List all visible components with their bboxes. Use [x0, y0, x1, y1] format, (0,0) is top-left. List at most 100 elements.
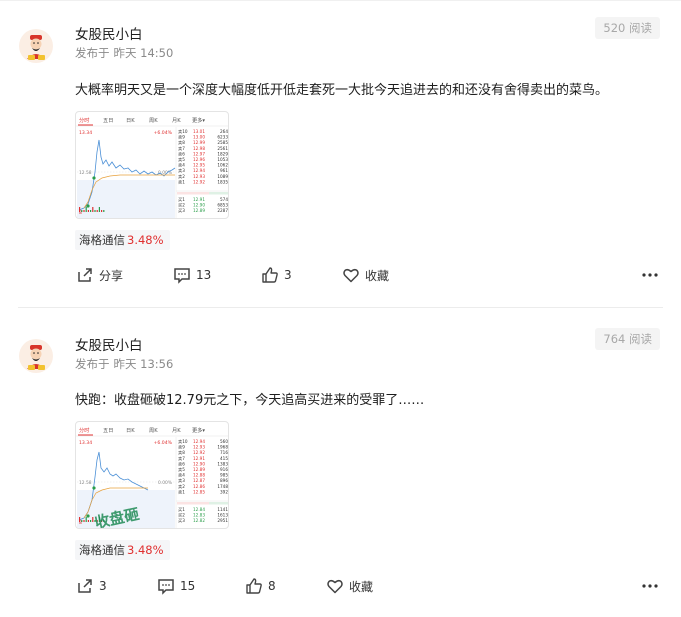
volume-bar	[79, 517, 81, 522]
share-label: 分享	[99, 268, 124, 283]
time-prefix: 发布于	[75, 357, 110, 371]
favorite-button[interactable]: 收藏	[342, 264, 389, 286]
orderbook-volume: 6233	[217, 135, 228, 140]
chart-tab: 五日	[103, 117, 113, 124]
orderbook-price: 12.84	[193, 507, 205, 512]
orderbook-price: 13.01	[193, 129, 205, 134]
like-icon	[246, 578, 262, 594]
orderbook-volume: 716	[220, 450, 228, 455]
orderbook-price: 12.86	[193, 484, 205, 489]
read-count-badge: 764 阅读	[595, 328, 660, 350]
volume-bar	[85, 207, 87, 212]
volume-bar	[81, 210, 83, 212]
avatar-icon[interactable]	[19, 29, 53, 63]
volume-bar	[90, 210, 92, 212]
orderbook-volume: 1968	[217, 445, 228, 450]
orderbook-price: 12.92	[193, 450, 205, 455]
share-button[interactable]: 分享	[76, 264, 123, 286]
more-button[interactable]	[642, 575, 658, 597]
change-label: +6.04%	[154, 440, 173, 446]
stock-tag[interactable]: 海格通信 3.48%	[75, 230, 170, 250]
orderbook-volume: 574	[220, 197, 228, 202]
chart-thumbnail[interactable]: 分时 五日 日K 周K 月K 更多▾ 13.34 +6.04% 12.58 0.00% 8 收盘砸 卖1…	[75, 421, 229, 529]
chart-tab: 五日	[103, 427, 113, 434]
volume-bar	[85, 517, 87, 522]
volume-bar	[101, 210, 103, 212]
volume-bar	[98, 207, 100, 212]
post-card: 女股民小白 发布于 昨天 14:50 520 阅读 大概率明天又是一个深度大幅度低…	[0, 0, 681, 308]
share-count: 3	[99, 579, 107, 593]
like-icon	[262, 267, 278, 283]
orderbook-price: 12.92	[193, 179, 205, 184]
comment-button[interactable]: 13	[173, 264, 211, 286]
favorite-icon	[343, 268, 359, 283]
orderbook-volume: 2951	[217, 518, 228, 523]
intraday-chart: 分时 五日 日K 周K 月K 更多▾13.34 +6.04%12.58 0.00%8 收盘砸卖1…	[76, 426, 228, 528]
orderbook-volume: 985	[220, 473, 228, 478]
like-button[interactable]: 3	[261, 264, 292, 286]
price-high-label: 13.34	[79, 440, 92, 446]
comment-button[interactable]: 15	[157, 575, 195, 597]
orderbook-volume: 961	[220, 168, 228, 173]
orderbook-volume: 916	[220, 467, 228, 472]
chart-tab: 周K	[149, 117, 158, 124]
orderbook-volume: 560	[220, 439, 228, 444]
orderbook-price: 12.97	[193, 151, 205, 156]
price-high-label: 13.34	[79, 130, 92, 136]
volume-bar	[96, 210, 98, 212]
orderbook-volume: 1748	[217, 484, 228, 489]
avatar-icon[interactable]	[19, 339, 53, 373]
buy-marker	[92, 176, 96, 180]
post-content[interactable]: 快跑：收盘砸破12.79元之下，今天追高买进来的受罪了……	[75, 389, 424, 408]
volume-bar	[79, 207, 81, 212]
orderbook-price: 12.90	[193, 461, 205, 466]
volume-bar	[83, 520, 85, 522]
username[interactable]: 女股民小白	[75, 23, 143, 43]
orderbook-volume: 2561	[217, 146, 228, 151]
post-content[interactable]: 大概率明天又是一个深度大幅度低开低走套死一大批今天追进去的和还没有舍得卖出的菜鸟…	[75, 79, 608, 98]
orderbook-price: 12.90	[193, 203, 205, 208]
volume-bar	[87, 210, 89, 212]
action-bar: 3 15 8 收藏	[0, 575, 681, 597]
ratio-bar	[209, 502, 228, 505]
chart-tab: 分时	[79, 426, 89, 434]
orderbook-price: 12.98	[193, 146, 205, 151]
orderbook-volume: 1089	[217, 174, 228, 179]
chart-thumbnail[interactable]: 分时 五日 日K 周K 月K 更多▾ 13.34 +6.04% 12.58 0.00% 8 卖10 13…	[75, 111, 229, 219]
chart-tab: 日K	[126, 427, 135, 434]
orderbook-price: 12.85	[193, 489, 205, 494]
orderbook-price: 12.95	[193, 163, 205, 168]
username[interactable]: 女股民小白	[75, 334, 143, 354]
orderbook-price: 12.93	[193, 174, 205, 179]
chart-tab: 月K	[172, 117, 181, 124]
more-button[interactable]	[642, 264, 658, 286]
favorite-button[interactable]: 收藏	[326, 575, 373, 597]
orderbook-volume: 896	[220, 478, 228, 483]
share-button[interactable]: 3	[76, 575, 107, 597]
orderbook-volume: 1141	[217, 507, 228, 512]
post-time: 发布于 昨天 14:50	[75, 45, 177, 61]
share-icon	[78, 579, 92, 593]
like-count: 8	[268, 579, 276, 593]
read-count-badge: 520 阅读	[595, 17, 660, 39]
volume-bar	[103, 210, 105, 212]
chart-tab: 月K	[172, 427, 181, 434]
stock-change: 3.48%	[127, 233, 164, 247]
stock-tag[interactable]: 海格通信 3.48%	[75, 540, 170, 560]
orderbook-label: 买3	[178, 517, 185, 524]
comment-count: 13	[196, 268, 212, 282]
volume-bar	[94, 210, 96, 212]
orderbook-volume: 415	[220, 456, 228, 461]
like-button[interactable]: 8	[245, 575, 276, 597]
comment-icon	[158, 579, 174, 595]
orderbook-price: 12.91	[193, 197, 205, 202]
orderbook-label: 卖1	[178, 179, 185, 185]
volume-bar	[90, 520, 92, 522]
orderbook-volume: 2287	[217, 208, 228, 213]
orderbook-volume: 6853	[217, 203, 228, 208]
time-value: 昨天 14:50	[113, 46, 174, 60]
buy-marker	[86, 514, 90, 518]
price-mid-label: 12.58	[79, 170, 92, 176]
orderbook-volume: 1062	[217, 163, 228, 168]
intraday-chart: 分时 五日 日K 周K 月K 更多▾13.34 +6.04%12.58 0.00%8卖10 13…	[76, 116, 228, 218]
